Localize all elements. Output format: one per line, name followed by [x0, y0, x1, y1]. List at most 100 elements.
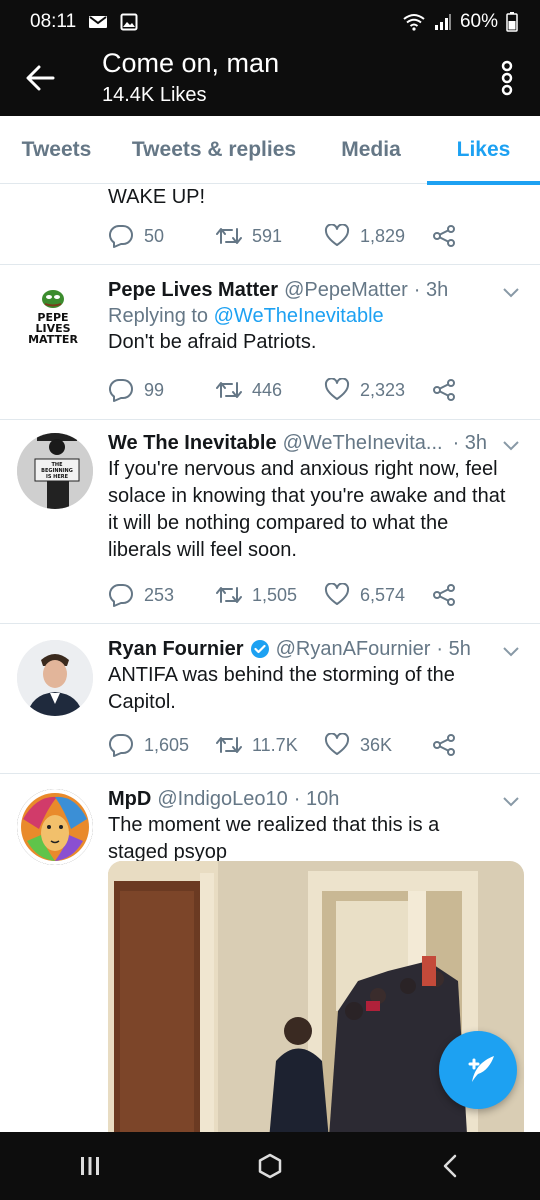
wifi-icon — [402, 13, 426, 31]
retweet-count: 1,505 — [252, 584, 298, 605]
likes-count: 14.4K Likes — [102, 84, 207, 106]
share-button[interactable] — [432, 733, 472, 757]
share-icon — [433, 584, 455, 606]
retweet-button[interactable]: 446 — [216, 379, 324, 401]
retweet-icon — [216, 382, 242, 398]
tweet-item[interactable]: WAKE UP! 50 591 1,829 — [0, 184, 540, 265]
tweet-text: Don't be afraid Patriots. — [108, 331, 317, 353]
heart-icon — [324, 733, 350, 755]
tweet-feed: WAKE UP! 50 591 1,829 PEPE LIVES MATTER … — [0, 184, 540, 1132]
signal-icon — [434, 13, 452, 31]
share-icon — [433, 379, 455, 401]
author-name[interactable]: Pepe Lives Matter — [108, 277, 278, 303]
more-vertical-icon — [501, 60, 513, 96]
arrow-left-icon — [26, 65, 55, 91]
author-name[interactable]: Ryan Fournier — [108, 636, 244, 662]
retweet-button[interactable]: 11.7K — [216, 734, 324, 756]
profile-tabs: Tweets Tweets & replies Media Likes — [0, 116, 540, 185]
recents-icon — [81, 1157, 99, 1175]
author-handle[interactable]: @WeTheInevita... — [283, 430, 443, 456]
reply-count: 253 — [144, 584, 175, 605]
compose-tweet-button[interactable] — [439, 1031, 517, 1109]
recents-button[interactable] — [60, 1136, 120, 1196]
tweet-text-line: Capitol. — [108, 691, 176, 713]
tweet-header: Pepe Lives Matter @PepeMatter · 3h — [108, 277, 524, 303]
back-button[interactable] — [22, 60, 58, 96]
tweet-text-line: If you're nervous and anxious right now,… — [108, 458, 498, 480]
reply-button[interactable]: 99 — [108, 378, 216, 402]
avatar[interactable] — [17, 640, 93, 716]
retweet-count: 446 — [252, 379, 283, 400]
like-count: 6,574 — [360, 584, 406, 605]
like-button[interactable]: 2,323 — [324, 378, 432, 402]
home-button[interactable] — [240, 1136, 300, 1196]
retweet-icon — [216, 737, 242, 753]
author-name[interactable]: We The Inevitable — [108, 430, 277, 456]
chevron-down-icon[interactable] — [502, 792, 520, 810]
share-icon — [433, 225, 455, 247]
more-options-button[interactable] — [496, 58, 518, 98]
tweet-text: WAKE UP! — [108, 186, 206, 208]
tweet-header: Ryan Fournier @RyanAFournier · 5h — [108, 636, 524, 662]
tab-tweets-and-replies[interactable]: Tweets & replies — [113, 116, 315, 184]
retweet-button[interactable]: 591 — [216, 225, 324, 247]
chevron-down-icon[interactable] — [502, 642, 520, 660]
author-handle[interactable]: @RyanAFournier — [276, 636, 431, 662]
battery-percent: 60% — [459, 11, 498, 32]
avatar[interactable]: THE BEGINNING IS HERE — [17, 433, 93, 509]
like-count: 36K — [360, 734, 393, 755]
tweet-actions: 50 591 1,829 — [108, 221, 472, 251]
tab-likes[interactable]: Likes — [427, 116, 540, 185]
replying-label: Replying to — [108, 305, 214, 327]
tab-media[interactable]: Media — [315, 116, 427, 184]
retweet-count: 591 — [252, 225, 283, 246]
tweet-item[interactable]: THE BEGINNING IS HERE We The Inevitable … — [0, 420, 540, 624]
tweet-text-line: it will be nothing compared to what the — [108, 512, 449, 534]
reply-button[interactable]: 253 — [108, 583, 216, 607]
tweet-text-line: ANTIFA was behind the storming of the — [108, 664, 455, 686]
reply-button[interactable]: 1,605 — [108, 733, 216, 757]
like-count: 2,323 — [360, 379, 406, 400]
tweet-item[interactable]: PEPE LIVES MATTER Pepe Lives Matter @Pep… — [0, 265, 540, 420]
status-bar: 08:11 60% — [0, 0, 540, 44]
chevron-down-icon[interactable] — [502, 436, 520, 454]
retweet-button[interactable]: 1,505 — [216, 584, 324, 606]
tweet-item[interactable]: Ryan Fournier @RyanAFournier · 5h ANTIFA… — [0, 624, 540, 774]
tweet-text-line: liberals will feel soon. — [108, 539, 297, 561]
reply-button[interactable]: 50 — [108, 224, 216, 248]
author-handle[interactable]: @IndigoLeo10 — [157, 786, 287, 812]
reply-count: 1,605 — [144, 734, 190, 755]
author-handle[interactable]: @PepeMatter — [284, 277, 408, 303]
back-nav-button[interactable] — [420, 1136, 480, 1196]
avatar[interactable]: PEPE LIVES MATTER — [17, 285, 93, 361]
avatar[interactable] — [17, 789, 93, 865]
reply-count: 99 — [144, 379, 165, 400]
tweet-time: · 3h — [413, 279, 449, 301]
heart-icon — [324, 583, 350, 605]
reply-count: 50 — [144, 225, 165, 246]
tweet-header: We The Inevitable @WeTheInevita... · 3h — [108, 430, 524, 456]
tweet-actions: 1,605 11.7K 36K — [108, 730, 472, 760]
page-title: Come on, man — [102, 48, 280, 78]
share-button[interactable] — [432, 583, 472, 607]
like-button[interactable]: 36K — [324, 733, 432, 757]
verified-badge-icon — [250, 640, 269, 658]
tweet-header: MpD @IndigoLeo10 · 10h — [108, 786, 524, 812]
mention-link[interactable]: @WeTheInevitable — [214, 305, 384, 327]
share-button[interactable] — [432, 378, 472, 402]
like-button[interactable]: 6,574 — [324, 583, 432, 607]
author-name[interactable]: MpD — [108, 786, 151, 812]
tweet-text-line: solace in knowing that you're awake and … — [108, 485, 506, 507]
tab-tweets[interactable]: Tweets — [0, 116, 113, 184]
share-button[interactable] — [432, 224, 472, 248]
reply-icon — [108, 583, 133, 607]
like-button[interactable]: 1,829 — [324, 224, 432, 248]
retweet-icon — [216, 587, 242, 603]
share-icon — [433, 734, 455, 756]
avatar-sign-text: IS HERE — [46, 474, 69, 480]
tweet-actions: 253 1,505 6,574 — [108, 580, 472, 610]
battery-icon — [506, 12, 518, 32]
avatar-text: MATTER — [28, 333, 78, 346]
retweet-count: 11.7K — [252, 734, 298, 755]
chevron-down-icon[interactable] — [502, 283, 520, 301]
